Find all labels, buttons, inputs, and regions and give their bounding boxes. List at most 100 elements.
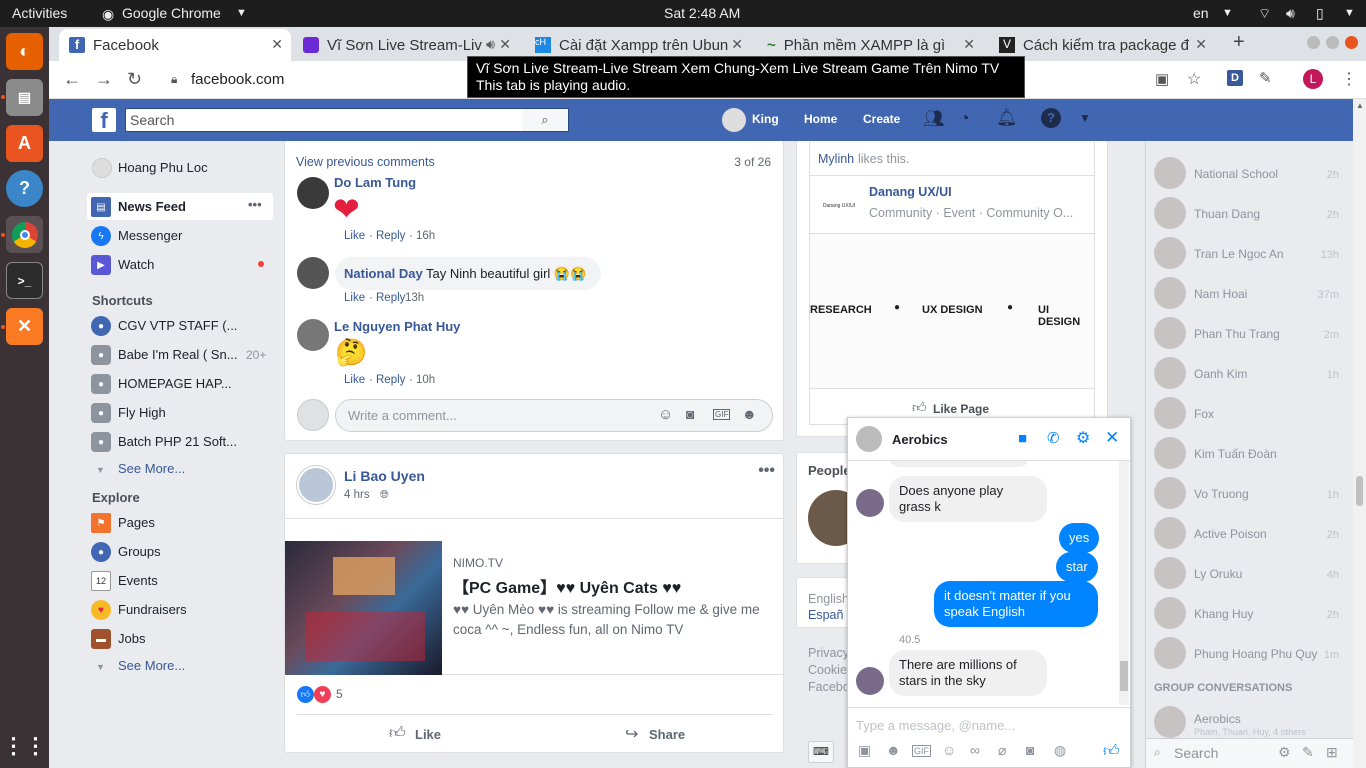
footer-privacy-link[interactable]: Privacy	[808, 646, 849, 660]
sidebar-item-messenger[interactable]: Messenger	[118, 228, 182, 243]
comment-author[interactable]: Le Nguyen Phat Huy	[334, 319, 460, 334]
url-field[interactable]: facebook.com	[191, 71, 284, 88]
page-cover[interactable]: RESEARCH ● UX DESIGN ● UI DESIGN	[810, 233, 1094, 389]
audio-icon[interactable]: 🔊︎	[486, 36, 495, 53]
app-menu[interactable]: Google Chrome	[122, 5, 221, 21]
link-icon[interactable]: ∞	[970, 742, 980, 758]
avatar[interactable]	[92, 158, 112, 178]
contact-item[interactable]: Ly Oruku 4h	[1154, 557, 1349, 589]
scrollbar[interactable]	[1119, 461, 1129, 705]
software-center-icon[interactable]: A	[6, 125, 43, 162]
page-logo[interactable]: Danang UX/UI	[818, 185, 860, 227]
close-tab-icon[interactable]: ✕	[499, 36, 511, 53]
home-link[interactable]: Home	[804, 112, 837, 126]
like-page-button[interactable]: Like Page	[933, 402, 989, 416]
sidebar-search[interactable]: ⌕ Search ⚙ ✎ ⊞	[1146, 738, 1353, 768]
files-icon[interactable]: ▤	[6, 79, 43, 116]
explore-item-fundraisers[interactable]: Fundraisers	[118, 602, 187, 617]
explore-item-events[interactable]: Events	[118, 573, 158, 588]
emoji-icon[interactable]: ☺	[942, 742, 956, 758]
chrome-icon[interactable]	[6, 216, 43, 253]
clock[interactable]: Sat 2:48 AM	[664, 5, 740, 21]
gif-icon[interactable]: GIF	[912, 745, 931, 757]
new-tab-button[interactable]: +	[1233, 31, 1245, 54]
phone-icon[interactable]: ✆	[1047, 429, 1060, 447]
close-tab-icon[interactable]: ✕	[963, 36, 975, 53]
comment-input[interactable]: Write a comment... ☺ ◙ GIF ☻	[335, 399, 773, 432]
volume-icon[interactable]: 🔊︎	[1286, 5, 1295, 22]
contact-item[interactable]: Khang Huy 2h	[1154, 597, 1349, 629]
close-icon[interactable]: ✕	[1105, 428, 1119, 448]
like-reaction-icon[interactable]: 👍︎	[297, 686, 314, 703]
new-group-icon[interactable]: ⊞	[1326, 744, 1338, 761]
back-icon[interactable]: ←	[63, 69, 81, 90]
terminal-icon[interactable]: >_	[6, 262, 43, 299]
sticker-icon[interactable]: ☻	[742, 406, 757, 422]
reaction-count[interactable]: 5	[336, 687, 343, 701]
reply-link[interactable]: Reply	[376, 374, 405, 386]
profile-link[interactable]: Hoang Phu Loc	[118, 160, 208, 175]
more-options-icon[interactable]: •••	[758, 462, 775, 480]
view-previous-comments-link[interactable]: View previous comments	[296, 155, 435, 169]
more-options-icon[interactable]: •••	[248, 197, 262, 212]
keyboard-icon[interactable]: ⌨	[808, 741, 834, 763]
video-call-icon[interactable]: ■	[1018, 430, 1027, 447]
page-name[interactable]: Danang UX/UI	[869, 185, 952, 199]
chevron-down-icon[interactable]: ▼	[1079, 111, 1091, 125]
contact-item[interactable]: Oanh Kim 1h	[1154, 357, 1349, 389]
search-input[interactable]: Search ⌕	[125, 108, 569, 132]
group-conversation-item[interactable]: Aerobics Pham, Thuan, Huy, 4 others	[1154, 706, 1349, 738]
comment-author[interactable]: Do Lam Tung	[334, 175, 416, 190]
link-preview[interactable]: NIMO.TV 【PC Game】♥♥ Uyên Cats ♥♥ ♥♥ Uyên…	[285, 518, 783, 675]
reload-icon[interactable]: ↻	[127, 69, 142, 90]
footer-cookies-link[interactable]: Cookie	[808, 663, 847, 677]
lock-icon[interactable]: 🔒︎	[171, 72, 177, 87]
shortcut-item[interactable]: Babe I'm Real ( Sn...	[118, 347, 238, 362]
wifi-icon[interactable]: ⌔	[1258, 5, 1271, 23]
gear-icon[interactable]: ⚙	[1076, 428, 1090, 448]
notifications-icon[interactable]: 🔔︎	[996, 108, 1018, 128]
search-icon[interactable]: ⌕	[522, 109, 568, 131]
language-option[interactable]: Españ	[808, 608, 843, 622]
emoji-icon[interactable]: ☺	[658, 406, 673, 423]
contact-item[interactable]: Fox	[1154, 397, 1349, 429]
messenger-icon[interactable]: ◔	[959, 108, 970, 129]
xampp-icon[interactable]: ✕	[6, 308, 43, 345]
reply-link[interactable]: Reply	[376, 230, 405, 242]
shortcut-item[interactable]: Fly High	[118, 405, 166, 420]
maximize-button[interactable]	[1326, 36, 1339, 49]
battery-icon[interactable]: ▯	[1316, 5, 1324, 22]
message-input[interactable]: Type a message, @name...	[856, 718, 1015, 733]
firefox-icon[interactable]: ◐	[6, 33, 43, 70]
language-indicator[interactable]: en	[1193, 5, 1209, 21]
like-link[interactable]: Like	[344, 292, 365, 304]
contact-item[interactable]: Vo Truong 1h	[1154, 477, 1349, 509]
see-more-link[interactable]: See More...	[118, 461, 185, 476]
gif-icon[interactable]: GIF	[713, 409, 731, 420]
contact-item[interactable]: Active Poison 2h	[1154, 517, 1349, 549]
avatar[interactable]	[297, 177, 329, 209]
menu-kebab-icon[interactable]: ⋮	[1341, 69, 1357, 89]
contact-item[interactable]: Kim Tuấn Đoàn	[1154, 437, 1349, 469]
friends-icon[interactable]: 👥︎	[923, 109, 945, 129]
love-reaction-icon[interactable]: ♥	[314, 686, 331, 703]
preview-image[interactable]	[285, 541, 442, 675]
like-link[interactable]: Like	[344, 374, 365, 386]
eyedropper-icon[interactable]: ✎	[1259, 69, 1272, 87]
activities-button[interactable]: Activities	[12, 5, 67, 21]
like-button[interactable]: Like	[415, 727, 441, 742]
tab-facebook[interactable]: f Facebook ✕	[59, 29, 291, 61]
gear-icon[interactable]: ⚙	[1278, 744, 1291, 761]
like-icon[interactable]: 👍︎	[1103, 742, 1120, 761]
sidebar-item-label[interactable]: News Feed	[118, 199, 186, 214]
camera-icon[interactable]: ◙	[686, 406, 694, 422]
avatar[interactable]	[297, 319, 329, 351]
explore-item-jobs[interactable]: Jobs	[118, 631, 145, 646]
shortcut-item[interactable]: HOMEPAGE HAP...	[118, 376, 232, 391]
facebook-logo-icon[interactable]: f	[92, 108, 116, 133]
close-tab-icon[interactable]: ✕	[1195, 36, 1207, 53]
audio-clip-icon[interactable]: ◍	[1054, 742, 1066, 759]
app-grid-icon[interactable]: ⋮⋮	[3, 727, 47, 764]
help-icon[interactable]: ?	[1041, 108, 1061, 128]
chat-header[interactable]: Aerobics ■ ✆ ⚙ ✕	[848, 418, 1130, 461]
